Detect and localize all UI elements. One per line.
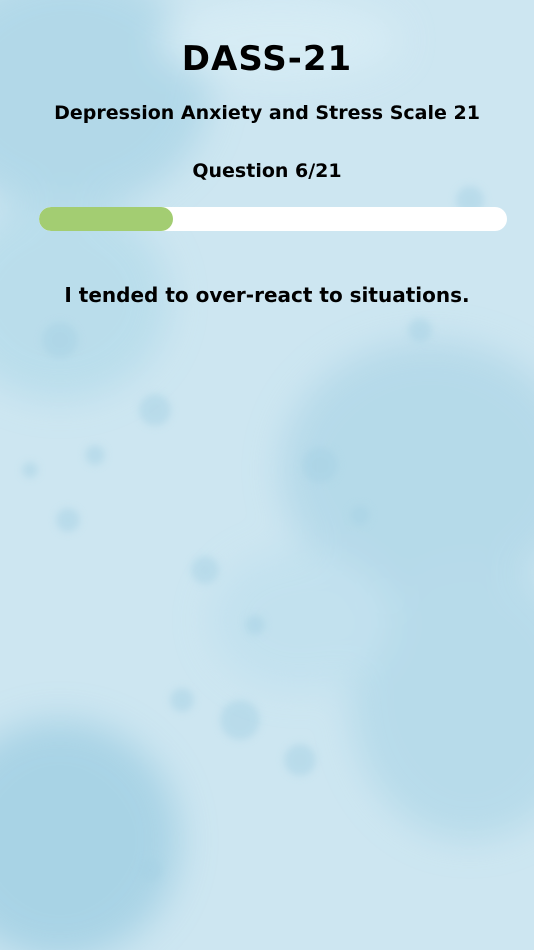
app-subtitle: Depression Anxiety and Stress Scale 21: [54, 102, 480, 124]
progress-bar-fill: [39, 207, 173, 231]
question-text: I tended to over-react to situations.: [64, 283, 470, 307]
app-screen: DASS-21 Depression Anxiety and Stress Sc…: [0, 0, 534, 950]
question-counter: Question 6/21: [192, 160, 342, 182]
progress-bar: [39, 207, 507, 231]
app-title: DASS-21: [181, 39, 353, 79]
